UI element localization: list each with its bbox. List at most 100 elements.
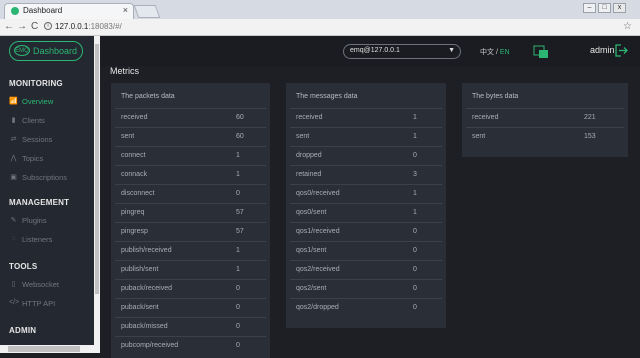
table-row: disconnect 0: [115, 184, 266, 203]
metric-key: retained: [296, 171, 322, 178]
metric-value: 60: [236, 114, 244, 121]
reload-icon[interactable]: C: [31, 21, 38, 32]
minimize-button[interactable]: –: [583, 3, 596, 13]
card-title: The packets data: [121, 93, 175, 100]
metric-value: 1: [413, 190, 417, 197]
sidebar-item-label: Plugins: [22, 216, 47, 225]
section-tools: TOOLS: [9, 262, 38, 271]
forward-icon[interactable]: →: [17, 21, 27, 32]
table-row: sent 1: [290, 127, 442, 146]
metric-value: 1: [236, 266, 240, 273]
sidebar-item-plugins[interactable]: ✎ Plugins: [9, 215, 93, 229]
topics-icon: ⋀: [10, 155, 17, 162]
app-logo[interactable]: EMQ Dashboard: [9, 41, 83, 61]
sidebar-item-websocket[interactable]: ▯ Websocket: [9, 279, 93, 293]
table-row: sent 60: [115, 127, 266, 146]
lang-cn[interactable]: 中文 /: [480, 49, 500, 56]
sidebar-item-clients[interactable]: ▮ Clients: [9, 115, 93, 129]
metric-key: puback/missed: [121, 323, 168, 330]
metric-value: 1: [236, 247, 240, 254]
metric-value: 0: [413, 285, 417, 292]
new-tab-button[interactable]: [133, 5, 161, 18]
node-select[interactable]: emq@127.0.0.1 ▼: [343, 44, 461, 59]
metric-value: 0: [413, 266, 417, 273]
sidebar-item-label: Overview: [22, 97, 54, 106]
sidebar-item-label: Topics: [22, 154, 44, 163]
table-row: qos2/received 0: [290, 260, 442, 279]
metric-value: 1: [413, 209, 417, 216]
sidebar-item-overview[interactable]: 📶 Overview: [9, 96, 93, 110]
metric-value: 57: [236, 209, 244, 216]
metric-value: 0: [236, 285, 240, 292]
table-row: pingresp 57: [115, 222, 266, 241]
metric-key: sent: [121, 133, 135, 140]
table-row: qos2/sent 0: [290, 279, 442, 298]
url-field[interactable]: 127.0.0.1:18083/#/: [55, 22, 122, 31]
sidebar-item-label: Subscriptions: [22, 173, 68, 182]
tab-title: Dashboard: [23, 6, 63, 15]
table-row: qos0/sent 1: [290, 203, 442, 222]
metric-key: connect: [121, 152, 146, 159]
horizontal-scroll-thumb[interactable]: [8, 346, 80, 352]
window-close-button[interactable]: x: [613, 3, 626, 13]
sidebar-item-sessions[interactable]: ⇄ Sessions: [9, 134, 93, 148]
browser-tab[interactable]: Dashboard ×: [4, 3, 134, 19]
language-switch[interactable]: 中文 / EN: [480, 47, 510, 57]
chevron-down-icon: ▼: [448, 47, 455, 54]
back-icon[interactable]: ←: [4, 21, 14, 32]
theme-switch-icon[interactable]: [533, 45, 549, 59]
metric-key: qos1/received: [296, 228, 340, 235]
metric-key: received: [296, 114, 323, 121]
table-row: connect 1: [115, 146, 266, 165]
metric-key: publish/received: [121, 247, 172, 254]
table-row: qos1/sent 0: [290, 241, 442, 260]
maximize-button[interactable]: □: [598, 3, 611, 13]
sidebar-item-label: HTTP API: [22, 299, 56, 308]
metric-key: qos0/sent: [296, 209, 327, 216]
section-admin: ADMIN: [9, 326, 37, 335]
metric-card-2: The messages data received 1 sent 1 dropped 0 r…: [286, 83, 446, 328]
metric-card-3: The bytes data received 221 sent 153: [462, 83, 628, 157]
table-row: puback/missed 0: [115, 317, 266, 336]
subscriptions-icon: ▣: [10, 174, 17, 181]
sidebar-item-topics[interactable]: ⋀ Topics: [9, 153, 93, 167]
sidebar-item-label: Sessions: [22, 135, 53, 144]
table-row: publish/received 1: [115, 241, 266, 260]
sessions-icon: ⇄: [10, 136, 17, 143]
node-select-value: emq@127.0.0.1: [350, 47, 400, 54]
logout-icon[interactable]: [615, 44, 628, 57]
metric-key: pingresp: [121, 228, 148, 235]
sidebar-scroll-thumb[interactable]: [95, 44, 99, 294]
table-row: connack 1: [115, 165, 266, 184]
tab-close-icon[interactable]: ×: [123, 5, 128, 15]
metric-key: qos2/dropped: [296, 304, 339, 311]
metric-value: 0: [413, 304, 417, 311]
metric-value: 0: [413, 228, 417, 235]
websocket-icon: ▯: [11, 281, 16, 288]
lang-en[interactable]: EN: [500, 49, 510, 56]
metric-value: 1: [236, 171, 240, 178]
sidebar-item-http-api[interactable]: </> HTTP API: [9, 298, 93, 312]
sidebar-item-subscriptions[interactable]: ▣ Subscriptions: [9, 172, 93, 186]
sidebar-item-label: Clients: [22, 116, 45, 125]
metric-key: puback/sent: [121, 304, 159, 311]
site-info-icon[interactable]: i: [44, 22, 52, 30]
bookmark-star-icon[interactable]: ☆: [623, 21, 632, 32]
sidebar-item-listeners[interactable]: ◌ Listeners: [9, 234, 93, 248]
metric-key: publish/sent: [121, 266, 159, 273]
metric-key: qos2/sent: [296, 285, 327, 292]
metric-value: 0: [413, 152, 417, 159]
metric-value: 221: [584, 114, 596, 121]
metric-key: qos0/received: [296, 190, 340, 197]
metric-value: 0: [236, 323, 240, 330]
listeners-icon: ◌: [11, 235, 16, 242]
card-title: The bytes data: [472, 93, 519, 100]
table-row: received 60: [115, 108, 266, 127]
favicon-icon: [11, 7, 19, 15]
metric-value: 3: [413, 171, 417, 178]
sidebar-item-label: Websocket: [22, 280, 59, 289]
clients-icon: ▮: [11, 117, 16, 124]
user-name[interactable]: admin: [590, 45, 615, 55]
table-row: pingreq 57: [115, 203, 266, 222]
metric-key: connack: [121, 171, 148, 178]
